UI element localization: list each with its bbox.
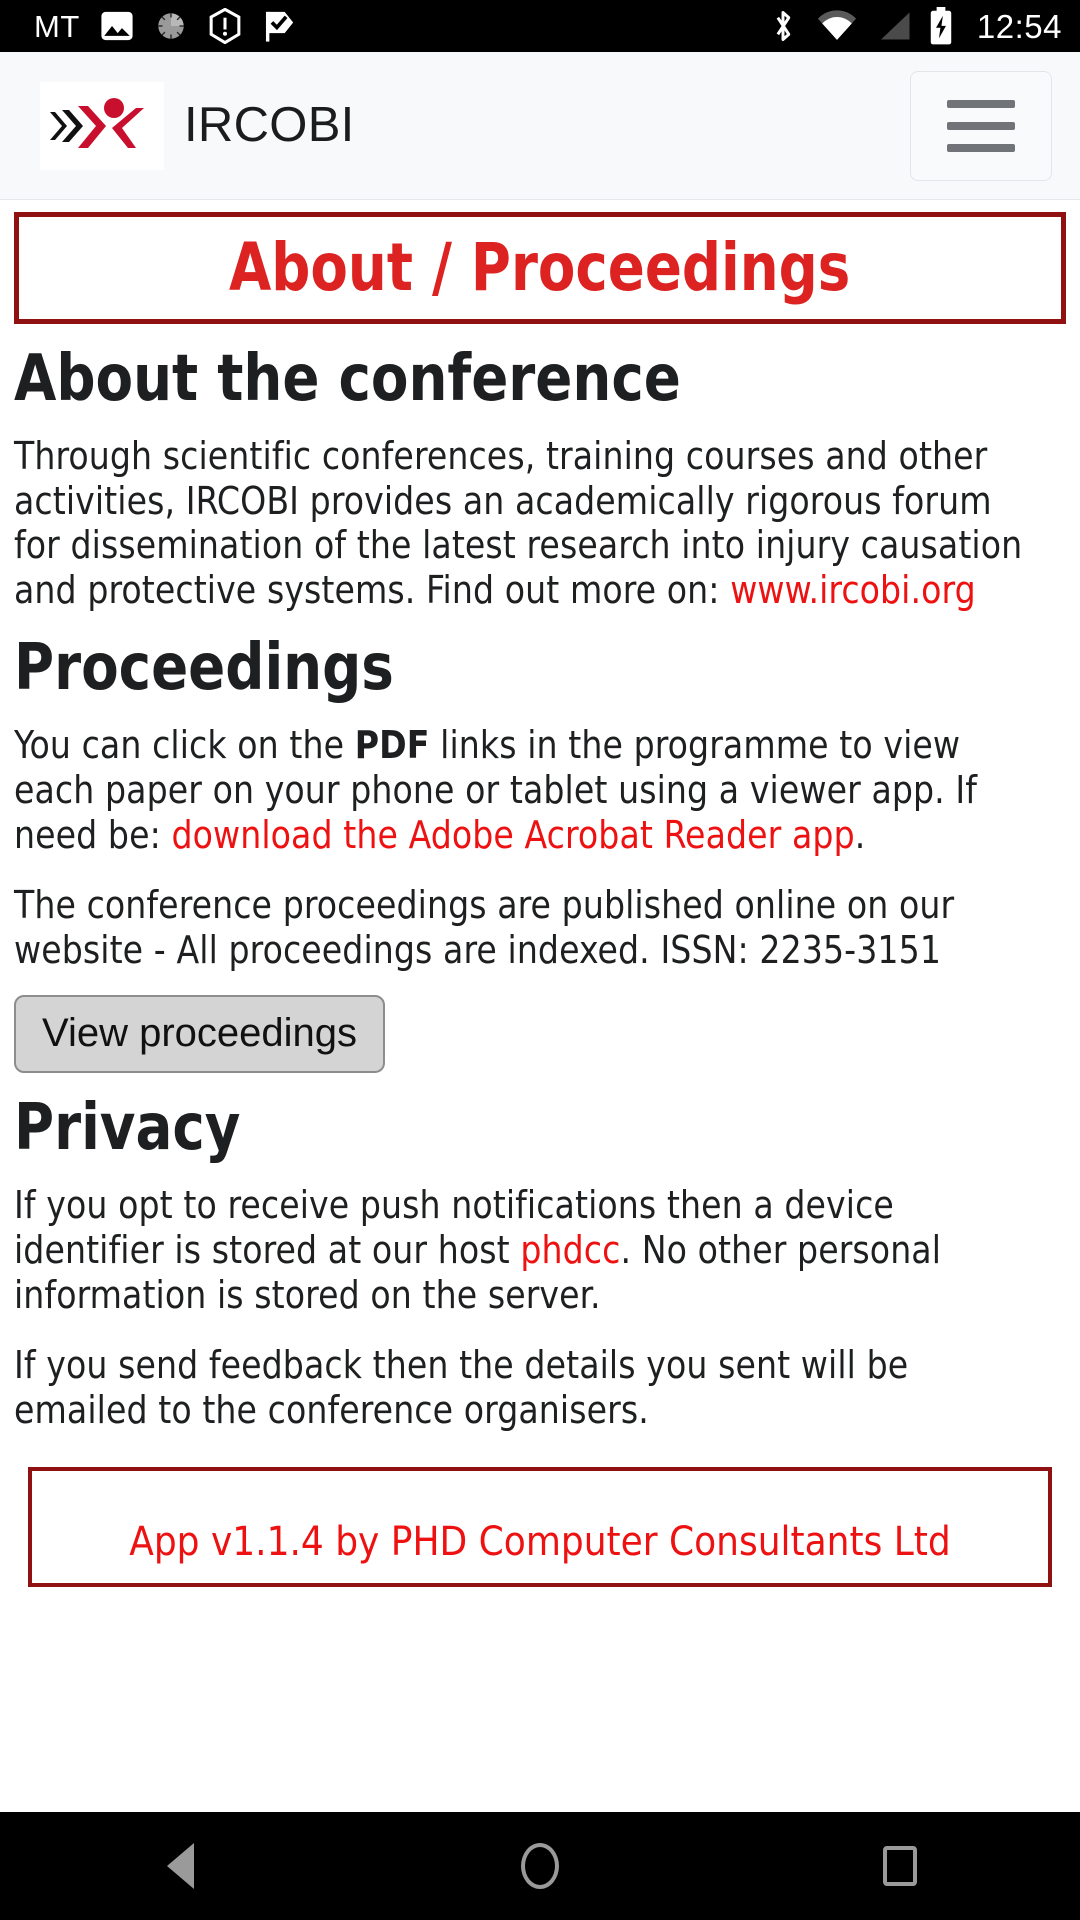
footer-credit-box: App v1.1.4 by PHD Computer Consultants L…: [28, 1467, 1052, 1588]
proceedings-text-tail: .: [854, 812, 866, 857]
paragraph-proceedings-issn: The conference proceedings are published…: [14, 883, 955, 973]
status-bar: MT 12:54: [0, 0, 1080, 52]
hamburger-menu-button[interactable]: [910, 70, 1052, 181]
bluetooth-icon: [776, 11, 791, 41]
carrier-label: MT: [34, 8, 80, 44]
paragraph-privacy-2: If you send feedback then the details yo…: [14, 1343, 909, 1433]
link-phdcc[interactable]: phdcc: [520, 1228, 620, 1272]
app-header: IRCOBI: [0, 52, 1080, 200]
battery-charging-icon: [930, 7, 952, 45]
nav-recents-button[interactable]: [800, 1812, 1000, 1920]
alert-shield-icon: [209, 8, 241, 44]
wifi-icon: [817, 10, 856, 40]
page-content: About the conference Through scientific …: [0, 342, 1080, 1588]
clock-label: 12:54: [976, 7, 1062, 45]
sun-brightness-icon: [158, 13, 184, 39]
heading-about-the-conference: About the conference: [14, 342, 681, 416]
home-circle-icon: [521, 1843, 559, 1889]
paragraph-proceedings-pdf: You can click on the PDF links in the pr…: [14, 723, 1034, 857]
hamburger-icon-line-2: [947, 121, 1015, 130]
brand[interactable]: IRCOBI: [40, 81, 355, 170]
ircobi-logo: [40, 81, 164, 170]
status-bar-right-icons: 12:54: [767, 7, 1062, 45]
check-flag-icon: [265, 11, 293, 42]
proceedings-text-before-pdf: You can click on the: [14, 722, 355, 767]
paragraph-privacy-1: If you opt to receive push notifications…: [14, 1183, 1034, 1317]
heading-proceedings: Proceedings: [14, 631, 394, 706]
view-proceedings-button[interactable]: View proceedings: [14, 995, 386, 1074]
hamburger-icon-line-3: [947, 143, 1015, 152]
paragraph-about: Through scientific conferences, training…: [14, 434, 1034, 613]
nav-home-button[interactable]: [440, 1812, 640, 1920]
heading-privacy: Privacy: [14, 1091, 241, 1166]
nav-back-button[interactable]: [80, 1812, 280, 1920]
link-adobe-acrobat-reader[interactable]: download the Adobe Acrobat Reader app: [171, 813, 854, 857]
status-bar-left-icons: MT: [34, 8, 296, 44]
android-navigation-bar: [0, 1812, 1080, 1920]
image-icon: [101, 11, 133, 41]
brand-name: IRCOBI: [184, 98, 355, 152]
link-ircobi-website[interactable]: www.ircobi.org: [730, 568, 976, 612]
recents-square-icon: [883, 1846, 917, 1886]
hamburger-icon-line-1: [947, 99, 1015, 108]
pdf-label: PDF: [354, 722, 430, 767]
page-title: About / Proceedings: [229, 229, 851, 306]
signal-icon: [880, 12, 910, 40]
footer-credit-text[interactable]: App v1.1.4 by PHD Computer Consultants L…: [129, 1492, 951, 1562]
back-triangle-icon: [166, 1843, 194, 1889]
page-title-banner: About / Proceedings: [14, 212, 1066, 324]
